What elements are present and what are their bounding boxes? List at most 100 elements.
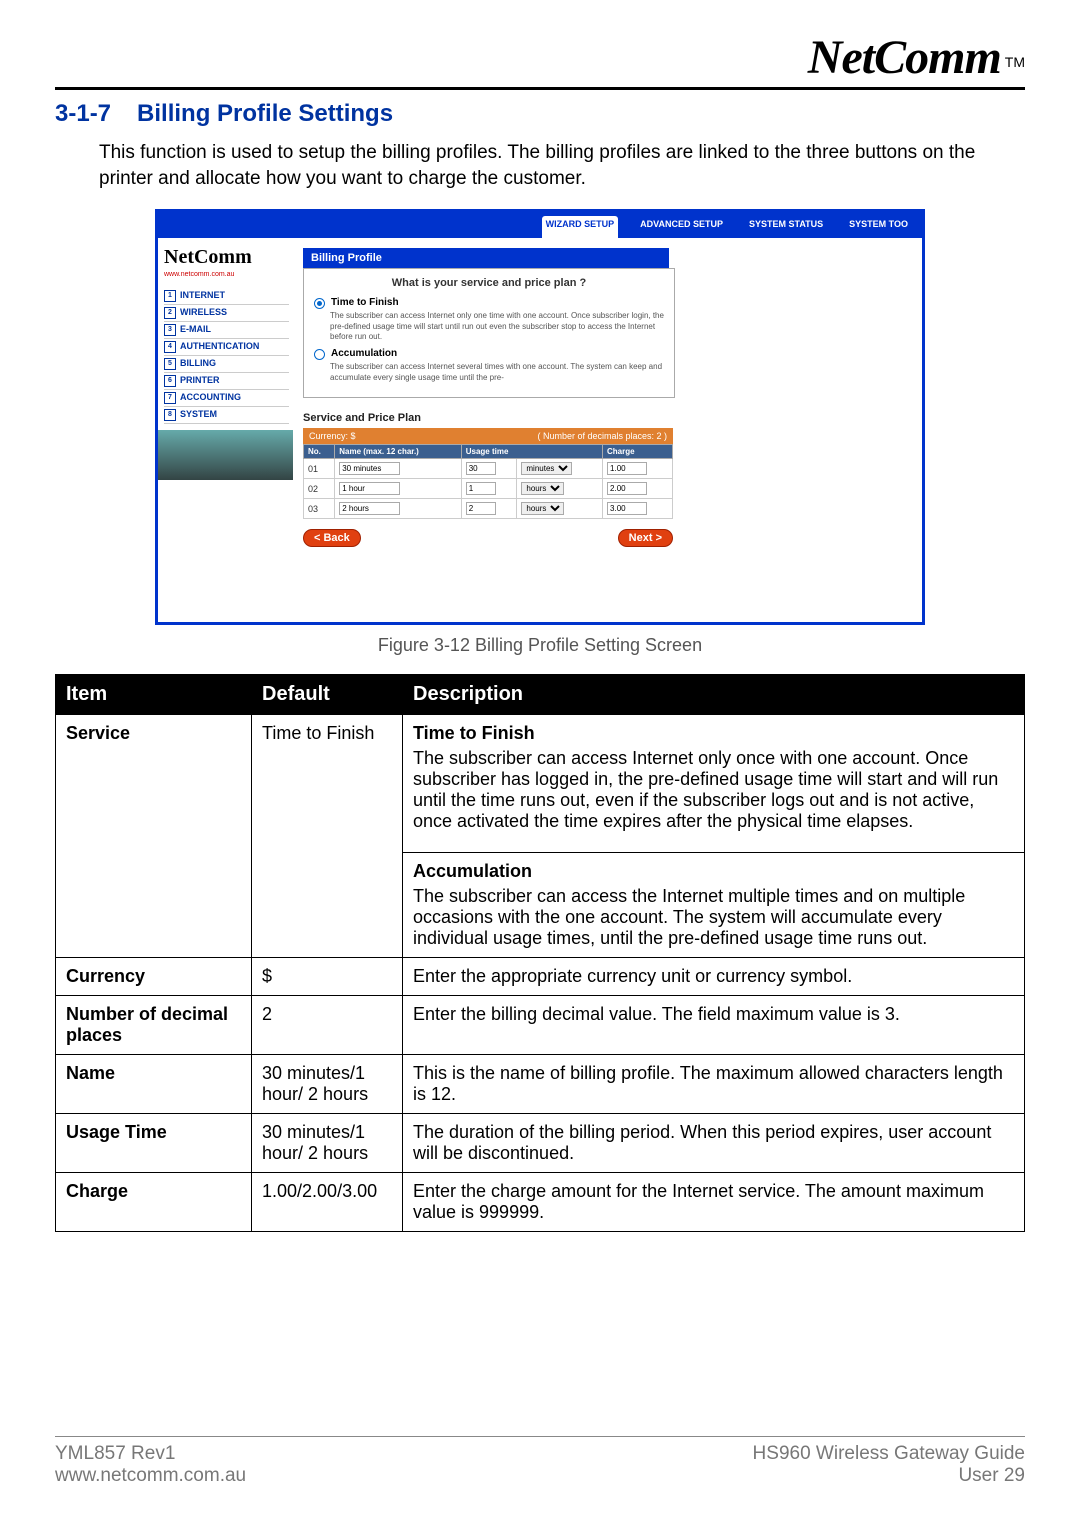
spec-table: Item Default Description Service Time to… (55, 674, 1025, 1232)
trademark: TM (1005, 54, 1025, 70)
cell-desc: The duration of the billing period. When… (403, 1114, 1025, 1173)
section-title: Billing Profile Settings (137, 100, 393, 127)
service-price-plan-title: Service and Price Plan (303, 412, 908, 424)
cell-default: $ (252, 958, 403, 996)
brand-logo: NetCommTM (55, 30, 1025, 85)
radio-accumulation[interactable] (314, 349, 325, 360)
table-row: Currency $ Enter the appropriate currenc… (56, 958, 1025, 996)
cell-desc: Enter the billing decimal value. The fie… (403, 996, 1025, 1055)
service-question: What is your service and price plan ? (314, 277, 664, 289)
section-number: 3-1-7 (55, 100, 111, 127)
desc-heading: Time to Finish (413, 723, 1014, 744)
currency-row: Currency: $ ( Number of decimals places:… (303, 428, 673, 444)
radio-time-to-finish[interactable] (314, 298, 325, 309)
th-name: Name (max. 12 char.) (335, 445, 461, 459)
sidebar-item-accounting[interactable]: 7ACCOUNTING (164, 390, 289, 407)
usage-unit-select[interactable]: hours (521, 502, 564, 515)
cell-item: Charge (56, 1173, 252, 1232)
th-default: Default (252, 675, 403, 715)
cell-default: 2 (252, 996, 403, 1055)
decimals-label: ( Number of decimals places: 2 ) (537, 431, 667, 441)
usage-unit-select[interactable]: minutes (521, 462, 572, 475)
table-row: Number of decimal places 2 Enter the bil… (56, 996, 1025, 1055)
desc-heading: Accumulation (413, 861, 1014, 882)
sidebar-item-internet[interactable]: 1INTERNET (164, 288, 289, 305)
table-row: Usage Time 30 minutes/1 hour/ 2 hours Th… (56, 1114, 1025, 1173)
usage-value-input[interactable] (466, 482, 496, 495)
footer-guide-title: HS960 Wireless Gateway Guide (753, 1443, 1025, 1465)
table-row: 03 hours (304, 499, 673, 519)
sidebar-item-authentication[interactable]: 4AUTHENTICATION (164, 339, 289, 356)
currency-label: Currency: $ (309, 431, 356, 441)
cell-desc: Enter the charge amount for the Internet… (403, 1173, 1025, 1232)
radio-label-time-to-finish: Time to Finish (331, 297, 399, 308)
cell-item: Name (56, 1055, 252, 1114)
cell-item: Usage Time (56, 1114, 252, 1173)
cell-default: 1.00/2.00/3.00 (252, 1173, 403, 1232)
sidebar-image (158, 430, 293, 480)
desc-text: The subscriber can access Internet only … (413, 748, 1014, 832)
table-row: Name 30 minutes/1 hour/ 2 hours This is … (56, 1055, 1025, 1114)
charge-input[interactable] (607, 502, 647, 515)
table-row: Service Time to Finish Time to Finish Th… (56, 715, 1025, 853)
cell-default: 30 minutes/1 hour/ 2 hours (252, 1055, 403, 1114)
th-no: No. (304, 445, 335, 459)
th-description: Description (403, 675, 1025, 715)
table-row: 02 hours (304, 479, 673, 499)
tab-advanced-setup[interactable]: ADVANCED SETUP (636, 216, 727, 238)
usage-value-input[interactable] (466, 462, 496, 475)
usage-value-input[interactable] (466, 502, 496, 515)
footer-url: www.netcomm.com.au (55, 1465, 246, 1487)
main-panel: Billing Profile What is your service and… (293, 238, 922, 622)
desc-time-to-finish: The subscriber can access Internet only … (330, 311, 664, 342)
figure-caption: Figure 3-12 Billing Proﬁle Setting Scree… (55, 635, 1025, 656)
charge-input[interactable] (607, 462, 647, 475)
usage-unit-select[interactable]: hours (521, 482, 564, 495)
desc-accumulation: The subscriber can access Internet sever… (330, 362, 664, 383)
sidebar-item-billing[interactable]: 5BILLING (164, 356, 289, 373)
name-input[interactable] (339, 462, 400, 475)
sidebar-logo-url: www.netcomm.com.au (164, 271, 289, 278)
cell-desc: Accumulation The subscriber can access t… (403, 853, 1025, 958)
page-footer: YML857 Rev1 www.netcomm.com.au HS960 Wir… (55, 1436, 1025, 1487)
cell-desc: Time to Finish The subscriber can access… (403, 715, 1025, 853)
sidebar-item-email[interactable]: 3E-MAIL (164, 322, 289, 339)
sidebar-logo: NetComm (164, 246, 289, 269)
sidebar: NetComm www.netcomm.com.au 1INTERNET 2WI… (158, 238, 293, 622)
desc-text: The subscriber can access the Internet m… (413, 886, 1014, 949)
panel-title: Billing Profile (303, 248, 669, 268)
th-item: Item (56, 675, 252, 715)
header-rule (55, 87, 1025, 90)
footer-user: User (958, 1465, 998, 1486)
cell-desc: This is the name of billing profile. The… (403, 1055, 1025, 1114)
tab-system-status[interactable]: SYSTEM STATUS (745, 216, 827, 238)
cell-item: Currency (56, 958, 252, 996)
cell-item: Number of decimal places (56, 996, 252, 1055)
sidebar-item-printer[interactable]: 6PRINTER (164, 373, 289, 390)
tab-wizard-setup[interactable]: WIZARD SETUP (542, 216, 619, 238)
section-heading: 3-1-7 Billing Profile Settings (55, 100, 1025, 128)
th-usage: Usage time (461, 445, 602, 459)
radio-label-accumulation: Accumulation (331, 348, 397, 359)
tab-system-tool[interactable]: SYSTEM TOO (845, 216, 912, 238)
footer-rev: YML857 Rev1 (55, 1443, 246, 1465)
name-input[interactable] (339, 502, 400, 515)
table-row: Charge 1.00/2.00/3.00 Enter the charge a… (56, 1173, 1025, 1232)
table-row: 01 minutes (304, 459, 673, 479)
intro-paragraph: This function is used to setup the billi… (99, 140, 1025, 191)
next-button[interactable]: Next > (618, 529, 673, 547)
cell-item: Service (56, 715, 252, 958)
th-charge: Charge (603, 445, 673, 459)
sidebar-item-wireless[interactable]: 2WIRELESS (164, 305, 289, 322)
footer-page-number: 29 (1004, 1465, 1025, 1486)
name-input[interactable] (339, 482, 400, 495)
cell-desc: Enter the appropriate currency unit or c… (403, 958, 1025, 996)
top-tabs: WIZARD SETUP ADVANCED SETUP SYSTEM STATU… (158, 212, 922, 238)
cell-default: 30 minutes/1 hour/ 2 hours (252, 1114, 403, 1173)
cell-default: Time to Finish (252, 715, 403, 958)
embedded-screenshot: WIZARD SETUP ADVANCED SETUP SYSTEM STATU… (155, 209, 925, 625)
charge-input[interactable] (607, 482, 647, 495)
back-button[interactable]: < Back (303, 529, 361, 547)
price-plan-table: No. Name (max. 12 char.) Usage time Char… (303, 444, 673, 519)
sidebar-item-system[interactable]: 8SYSTEM (164, 407, 289, 424)
